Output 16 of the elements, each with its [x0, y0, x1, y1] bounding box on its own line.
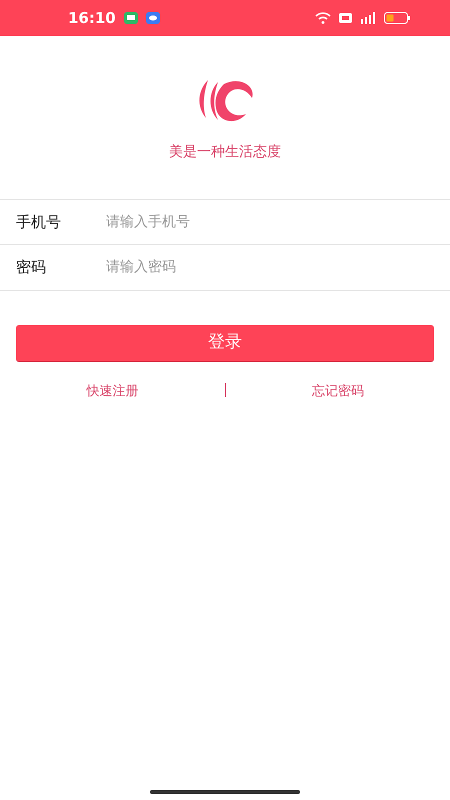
- slogan: 美是一种生活态度: [169, 143, 281, 162]
- register-link[interactable]: 快速注册: [86, 384, 138, 399]
- chat-icon: [124, 12, 138, 24]
- login-button[interactable]: 登录: [16, 325, 434, 362]
- signal-icon: [360, 12, 376, 24]
- forgot-password-link[interactable]: 忘记密码: [312, 384, 364, 399]
- message-icon: [146, 12, 160, 24]
- home-indicator[interactable]: [150, 790, 300, 794]
- field-label: 密码: [16, 257, 47, 278]
- hd-icon: [339, 13, 352, 23]
- input-field[interactable]: 请输入手机号: [106, 212, 434, 232]
- battery-icon: [384, 12, 410, 24]
- wifi-icon: [315, 12, 331, 24]
- status-time: 16:10: [68, 8, 116, 29]
- field-label: 手机号: [16, 212, 62, 233]
- input-field[interactable]: 请输入密码: [106, 257, 434, 278]
